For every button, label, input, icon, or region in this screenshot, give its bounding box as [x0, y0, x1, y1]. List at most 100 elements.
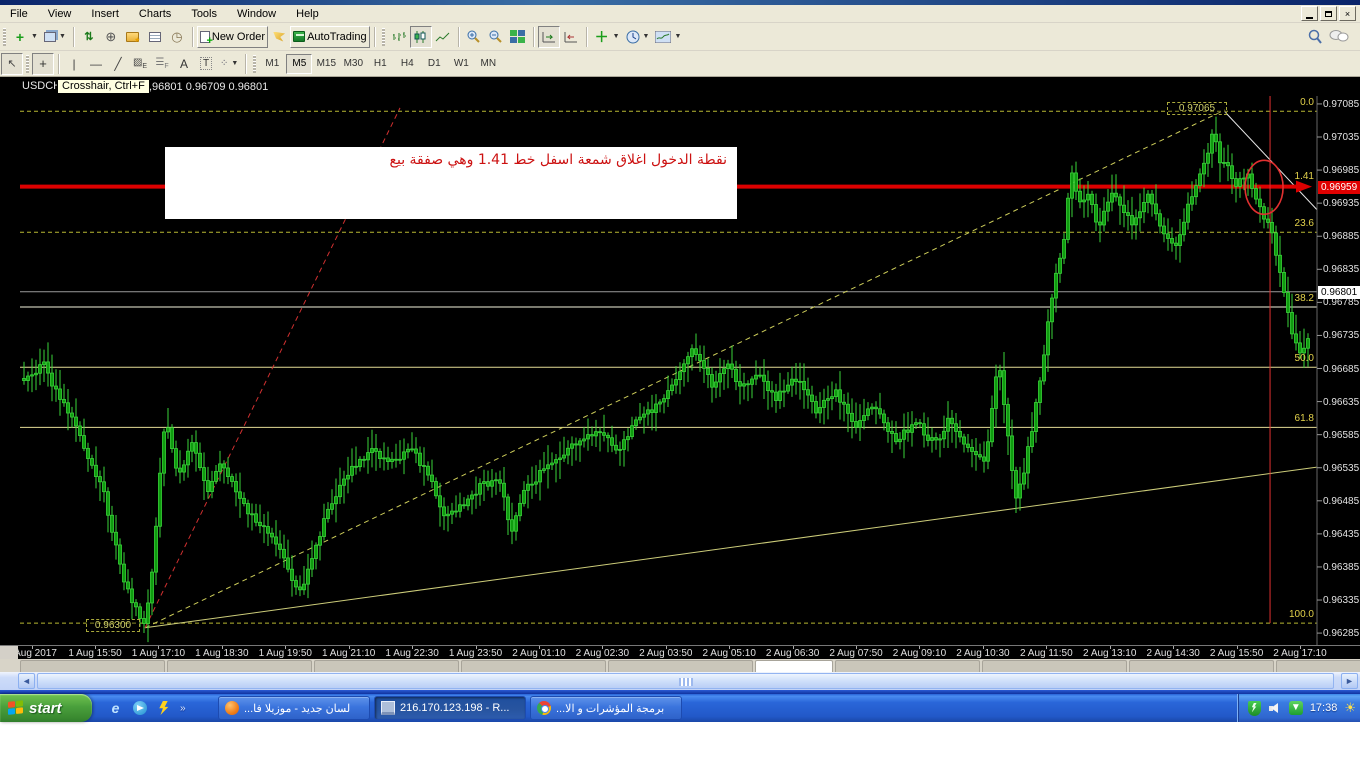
menu-window[interactable]: Window — [227, 6, 286, 22]
data-window-button[interactable]: ⊕ — [100, 26, 122, 48]
volume-tray-icon[interactable] — [1268, 701, 1282, 715]
timeframe-m1-button[interactable]: M1 — [259, 54, 285, 74]
dropdown-arrow-icon: ▼ — [59, 33, 66, 40]
toolbar-grip[interactable] — [3, 28, 6, 46]
horizontal-scrollbar[interactable]: ◄ ► — [0, 672, 1360, 690]
terminal-button[interactable] — [144, 26, 166, 48]
auto-scroll-icon — [541, 30, 557, 44]
telegram-icon[interactable] — [132, 701, 147, 716]
indicators-button[interactable]: ＋▼ — [591, 26, 623, 48]
line-chart-button[interactable] — [432, 26, 454, 48]
close-button[interactable]: × — [1339, 6, 1356, 21]
antivirus-tray-icon[interactable] — [1248, 701, 1261, 716]
timeframe-m15-button[interactable]: M15 — [313, 54, 339, 74]
price-tick-label: 0.96485 — [1323, 496, 1359, 507]
search-button[interactable] — [1304, 26, 1326, 48]
chart-tab[interactable] — [982, 660, 1127, 672]
menu-view[interactable]: View — [38, 6, 82, 22]
periods-button[interactable]: ▼ — [623, 26, 653, 48]
timeframe-mn-button[interactable]: MN — [475, 54, 501, 74]
timeframe-m30-button[interactable]: M30 — [340, 54, 366, 74]
time-axis[interactable]: 1 Aug 20171 Aug 15:501 Aug 17:101 Aug 18… — [18, 645, 1360, 659]
zoom-out-button[interactable] — [485, 26, 507, 48]
window-controls: × — [1301, 6, 1356, 21]
timeframe-m5-button[interactable]: M5 — [286, 54, 312, 74]
tile-windows-button[interactable] — [507, 26, 529, 48]
candlestick-chart-button[interactable] — [410, 26, 432, 48]
download-manager-tray-icon[interactable]: ▼ — [1289, 701, 1303, 715]
menu-insert[interactable]: Insert — [81, 6, 129, 22]
fib-label-23.6: 23.6 — [1258, 218, 1314, 229]
chart-tab[interactable] — [461, 660, 606, 672]
bar-chart-button[interactable] — [388, 26, 410, 48]
taskbar-button-remote-desktop[interactable]: 216.170.123.198 - R... — [374, 696, 526, 720]
remote-desktop-icon — [381, 701, 395, 715]
price-tick-label: 0.96985 — [1323, 165, 1359, 176]
menu-help[interactable]: Help — [286, 6, 329, 22]
time-tick-label: 2 Aug 17:10 — [1265, 648, 1335, 659]
new-chart-button[interactable]: +▼ — [9, 26, 41, 48]
quick-launch-overflow-chevron[interactable]: » — [180, 703, 185, 714]
chart-tab[interactable] — [835, 660, 980, 672]
restore-button[interactable] — [1320, 6, 1337, 21]
fibonacci-tool-button[interactable]: ☰F — [151, 53, 173, 75]
chart-tab[interactable] — [755, 660, 833, 672]
scroll-left-button[interactable]: ◄ — [18, 673, 35, 689]
chart-window[interactable]: USDCHF ,96801 0.96709 0.96801 Crosshair,… — [0, 77, 1360, 659]
internet-explorer-icon[interactable]: e — [108, 701, 123, 716]
chart-shift-button[interactable] — [560, 26, 582, 48]
time-tick-label: 1 Aug 18:30 — [187, 648, 257, 659]
price-tick-label: 0.96385 — [1323, 562, 1359, 573]
autotrading-button[interactable]: AutoTrading — [290, 26, 370, 48]
text-label-icon: T — [200, 57, 212, 70]
timeframe-w1-button[interactable]: W1 — [448, 54, 474, 74]
vertical-line-tool-button[interactable]: | — [63, 53, 85, 75]
profiles-button[interactable]: ▼ — [41, 26, 69, 48]
cursor-tool-button[interactable]: ↖ — [1, 53, 23, 75]
time-tick-label: 1 Aug 21:10 — [314, 648, 384, 659]
chat-button[interactable] — [1326, 26, 1352, 48]
start-button[interactable]: start — [0, 694, 92, 722]
timeframe-d1-button[interactable]: D1 — [421, 54, 447, 74]
winamp-icon[interactable] — [156, 701, 171, 716]
menu-charts[interactable]: Charts — [129, 6, 181, 22]
taskbar-button-firefox[interactable]: ...لسان جديد - موزيلا فا — [218, 696, 370, 720]
zoom-in-button[interactable] — [463, 26, 485, 48]
menu-file[interactable]: File — [0, 6, 38, 22]
fib-label-0.0: 0.0 — [1258, 97, 1314, 108]
new-order-button[interactable]: New Order — [197, 26, 268, 48]
trendline-tool-button[interactable]: ╱ — [107, 53, 129, 75]
timeframe-h1-button[interactable]: H1 — [367, 54, 393, 74]
market-watch-button[interactable]: ⇅ — [78, 26, 100, 48]
metaeditor-button[interactable] — [268, 26, 290, 48]
taskbar-button-chrome[interactable]: ...برمجة المؤشرات و الا — [530, 696, 682, 720]
minimize-button[interactable] — [1301, 6, 1318, 21]
timeframe-h4-button[interactable]: H4 — [394, 54, 420, 74]
chart-tab[interactable] — [167, 660, 312, 672]
chart-tab-bar — [0, 659, 1360, 672]
chart-tab[interactable] — [314, 660, 459, 672]
chart-tab[interactable] — [1276, 660, 1360, 672]
task-label: ...لسان جديد - موزيلا فا — [244, 702, 350, 715]
auto-scroll-button[interactable] — [538, 26, 560, 48]
chart-tab[interactable] — [608, 660, 753, 672]
search-icon — [1307, 29, 1323, 45]
templates-button[interactable]: ▼ — [652, 26, 684, 48]
horizontal-line-tool-button[interactable]: — — [85, 53, 107, 75]
text-tool-button[interactable]: A — [173, 53, 195, 75]
crosshair-tool-button[interactable]: + — [32, 53, 54, 75]
chart-tab[interactable] — [20, 660, 165, 672]
arrows-tool-button[interactable]: ⁘▼ — [217, 53, 241, 75]
strategy-tester-button[interactable]: ◷ — [166, 26, 188, 48]
brightness-tray-icon[interactable]: ☀ — [1344, 700, 1356, 716]
menu-tools[interactable]: Tools — [181, 6, 227, 22]
scroll-right-button[interactable]: ► — [1341, 673, 1358, 689]
navigator-button[interactable] — [122, 26, 144, 48]
price-tick-label: 0.96785 — [1323, 297, 1359, 308]
channel-tool-button[interactable]: ▨E — [129, 53, 151, 75]
fib-label-50.0: 50.0 — [1258, 353, 1314, 364]
scrollbar-thumb[interactable] — [37, 673, 1334, 689]
chart-tab[interactable] — [1129, 660, 1274, 672]
vertical-line-icon: | — [72, 57, 75, 71]
text-label-tool-button[interactable]: T — [195, 53, 217, 75]
